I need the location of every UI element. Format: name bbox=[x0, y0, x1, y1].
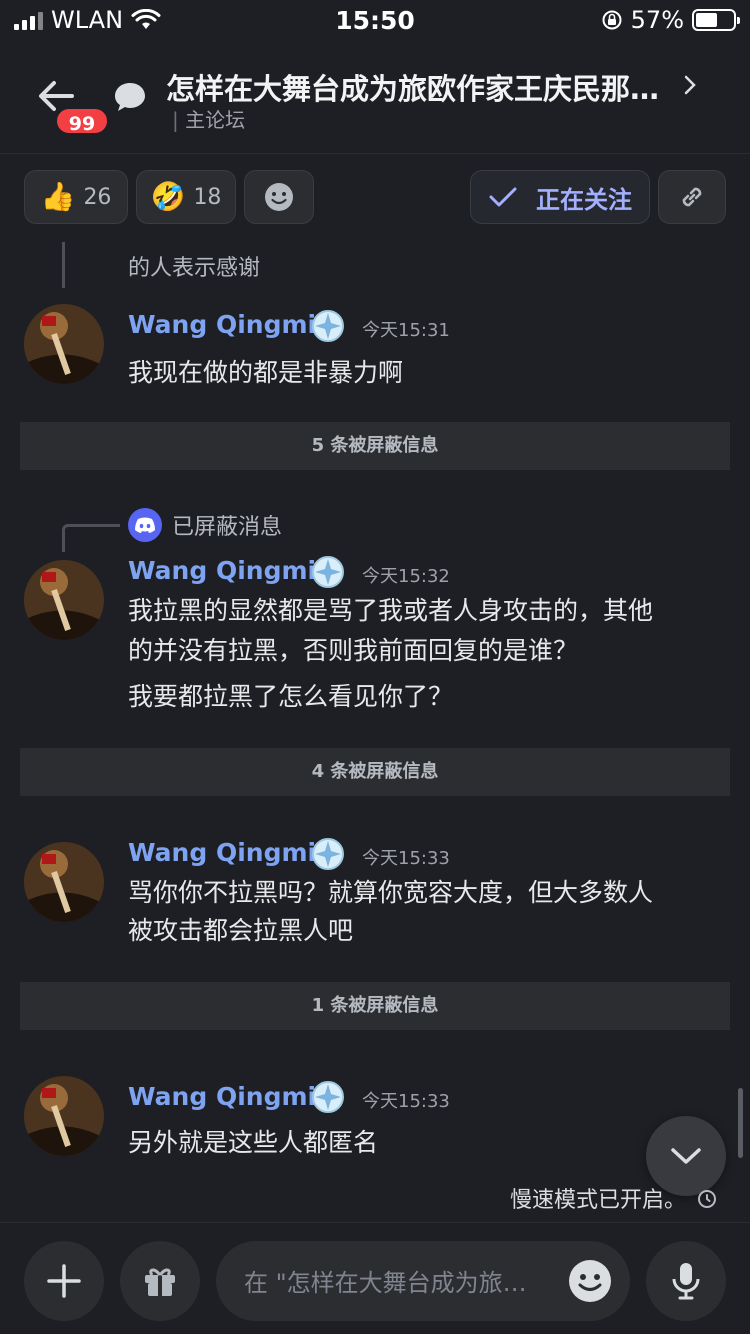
message-feed[interactable]: 的人表示感谢 Wang Qingmin 今天15:31 我现在做的都是非暴力啊 … bbox=[0, 242, 750, 1220]
emoji-picker-icon[interactable] bbox=[566, 1257, 614, 1305]
reaction-rofl[interactable]: 🤣 18 bbox=[136, 170, 236, 224]
reaction-count: 26 bbox=[83, 184, 112, 210]
chevron-right-icon[interactable] bbox=[682, 74, 698, 96]
reply-reference[interactable]: 已屏蔽消息 bbox=[128, 508, 282, 542]
link-icon bbox=[682, 187, 702, 207]
scrollbar[interactable] bbox=[738, 1088, 743, 1158]
chevron-down-icon bbox=[671, 1148, 701, 1164]
author-name[interactable]: Wang Qingmin bbox=[128, 556, 334, 585]
check-icon bbox=[489, 187, 517, 207]
orientation-lock-icon bbox=[602, 10, 622, 30]
microphone-icon bbox=[672, 1263, 700, 1300]
blocked-messages-bar[interactable]: 5 条被屏蔽信息 bbox=[20, 422, 730, 470]
message-input[interactable]: 在 "怎样在大舞台成为旅欧作家王庆民那…" 中发言 bbox=[216, 1241, 630, 1321]
nitro-badge-icon bbox=[312, 556, 344, 588]
gift-button[interactable] bbox=[120, 1241, 200, 1321]
timer-icon bbox=[698, 1190, 716, 1208]
reaction-bar: 👍 26 🤣 18 正在关注 bbox=[0, 170, 750, 226]
message-composer: 在 "怎样在大舞台成为旅欧作家王庆民那…" 中发言 bbox=[0, 1222, 750, 1334]
channel-header: 99 怎样在大舞台成为旅欧作家王庆民那… | 主论坛 bbox=[0, 44, 750, 154]
battery-percent: 57% bbox=[630, 6, 684, 34]
nitro-badge-icon bbox=[312, 838, 344, 870]
message-text: 骂你你不拉黑吗？就算你宽容大度，但大多数人 bbox=[128, 878, 654, 907]
message-text: 我现在做的都是非暴力啊 bbox=[128, 358, 404, 387]
reaction-thumbs-up[interactable]: 👍 26 bbox=[24, 170, 128, 224]
reply-preview-text: 的人表示感谢 bbox=[128, 256, 261, 281]
reply-label: 已屏蔽消息 bbox=[172, 515, 283, 540]
plus-icon bbox=[47, 1264, 81, 1298]
divider: | bbox=[172, 108, 186, 132]
avatar[interactable] bbox=[24, 1076, 104, 1156]
smiley-icon bbox=[265, 183, 293, 211]
author-name[interactable]: Wang Qingmin bbox=[128, 310, 334, 339]
message-text: 我要都拉黑了怎么看见你了？ bbox=[128, 682, 454, 711]
message-text: 的并没有拉黑，否则我前面回复的是谁？ bbox=[128, 636, 579, 665]
parent-channel-label[interactable]: 主论坛 bbox=[185, 108, 245, 132]
author-name[interactable]: Wang Qingmin bbox=[128, 1082, 334, 1111]
unread-badge: 99 bbox=[54, 106, 110, 136]
timestamp: 今天15:32 bbox=[362, 566, 450, 587]
following-button[interactable]: 正在关注 bbox=[470, 170, 650, 224]
message-text: 另外就是这些人都匿名 bbox=[128, 1128, 379, 1157]
attach-button[interactable] bbox=[24, 1241, 104, 1321]
status-bar: WLAN 15:50 57% bbox=[0, 0, 750, 44]
blocked-messages-bar[interactable]: 4 条被屏蔽信息 bbox=[20, 748, 730, 796]
reply-connector bbox=[62, 242, 65, 288]
gift-icon bbox=[145, 1268, 175, 1296]
slowmode-label: 慢速模式已开启。 bbox=[509, 1188, 686, 1213]
timestamp: 今天15:33 bbox=[362, 848, 450, 869]
page-title[interactable]: 怎样在大舞台成为旅欧作家王庆民那… bbox=[166, 66, 686, 108]
slowmode-notice: 慢速模式已开启。 bbox=[510, 1182, 718, 1214]
timestamp: 今天15:33 bbox=[362, 1091, 450, 1112]
thumbs-up-icon: 👍 bbox=[40, 180, 76, 213]
reply-connector bbox=[62, 524, 120, 552]
nitro-badge-icon bbox=[312, 310, 344, 342]
following-label: 正在关注 bbox=[536, 185, 632, 214]
message-placeholder: 在 "怎样在大舞台成为旅欧作家王庆民那…" 中发言 bbox=[244, 1269, 544, 1297]
author-name[interactable]: Wang Qingmin bbox=[128, 838, 334, 867]
copy-link-button[interactable] bbox=[658, 170, 726, 224]
nitro-badge-icon bbox=[312, 1081, 344, 1113]
avatar[interactable] bbox=[24, 560, 104, 640]
rofl-icon: 🤣 bbox=[150, 180, 186, 213]
message-text: 我拉黑的显然都是骂了我或者人身攻击的，其他 bbox=[128, 596, 654, 625]
voice-message-button[interactable] bbox=[646, 1241, 726, 1321]
breadcrumb: | 主论坛 bbox=[172, 104, 245, 133]
message-text: 被攻击都会拉黑人吧 bbox=[128, 916, 354, 945]
add-reaction-button[interactable] bbox=[244, 170, 314, 224]
avatar[interactable] bbox=[24, 304, 104, 384]
avatar[interactable] bbox=[24, 842, 104, 922]
reaction-count: 18 bbox=[193, 184, 222, 210]
thread-icon bbox=[115, 83, 145, 111]
discord-icon bbox=[128, 508, 162, 542]
battery-icon bbox=[692, 9, 740, 31]
blocked-messages-bar[interactable]: 1 条被屏蔽信息 bbox=[20, 982, 730, 1030]
timestamp: 今天15:31 bbox=[362, 320, 450, 341]
